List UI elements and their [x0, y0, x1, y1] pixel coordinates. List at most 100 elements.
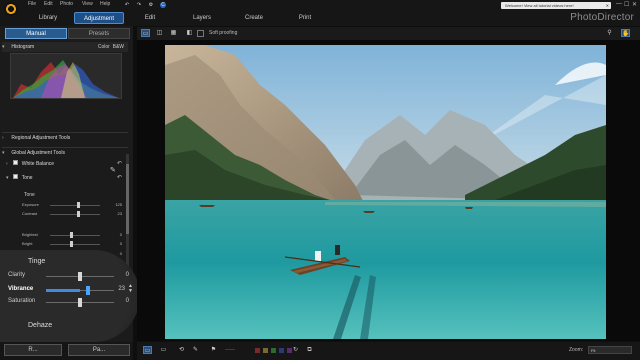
value-spinner-icon[interactable]: ▲ ▼ — [128, 284, 133, 294]
before-after-icon[interactable]: ◧ — [185, 29, 194, 37]
dehaze-heading: Dehaze — [28, 322, 53, 329]
rating-dots-icon[interactable]: ····· — [225, 346, 235, 354]
tutorial-notice[interactable]: Welcome! View all tutorial videos here! … — [501, 2, 611, 9]
tinge-heading: Tinge — [28, 258, 46, 265]
vibrance-slider[interactable]: Vibrance 23 ▲ ▼ — [8, 284, 133, 296]
color-label-yellow-icon[interactable] — [263, 348, 268, 353]
grid-view-icon[interactable]: ▦ — [169, 29, 178, 37]
close-icon[interactable]: ✕ — [606, 2, 609, 9]
refresh-icon[interactable]: ↻ — [291, 346, 300, 354]
slider-track[interactable] — [50, 205, 100, 206]
slider-thumb[interactable] — [70, 241, 73, 247]
undo-icon[interactable]: ↶ — [124, 2, 130, 8]
rotate-left-icon[interactable]: ⟲ — [177, 346, 186, 354]
histogram-header[interactable]: ▾ Histogram Color B&W — [2, 42, 128, 52]
maximize-button[interactable]: ☐ — [624, 1, 629, 8]
tab-create[interactable]: Create — [238, 12, 270, 24]
menu-edit[interactable]: Edit — [44, 1, 53, 7]
tab-presets[interactable]: Presets — [68, 28, 130, 39]
export-icon[interactable]: ⧉ — [305, 346, 314, 354]
slider-thumb[interactable] — [78, 272, 82, 281]
white-balance-label: White Balance — [21, 161, 55, 167]
saturation-slider[interactable]: Saturation 0 — [8, 296, 133, 308]
single-view-icon[interactable]: ▭ — [141, 29, 150, 37]
reset-icon[interactable]: ↶ — [117, 174, 122, 183]
regional-adjustment-header[interactable]: › Regional Adjustment Tools — [2, 132, 128, 142]
panel-bottom-bar: R... Pa... — [0, 342, 133, 360]
settings-icon[interactable]: ⚙ — [148, 2, 154, 8]
slider-thumb[interactable] — [77, 211, 80, 217]
tone-checkbox[interactable] — [13, 174, 19, 180]
chevron-down-icon: ▾ — [2, 150, 5, 156]
contrast-slider[interactable]: Contrast 23 — [22, 210, 122, 218]
slider-label: Brightest — [22, 232, 38, 237]
tab-library[interactable]: Library — [30, 12, 66, 24]
chevron-right-icon: › — [6, 161, 8, 167]
color-label-blue-icon[interactable] — [279, 348, 284, 353]
redo-icon[interactable]: ↷ — [136, 2, 142, 8]
panel-toggle-icon[interactable]: ▭ — [159, 346, 168, 354]
bright-slider[interactable]: Bright 0 — [22, 240, 122, 248]
panel-scrollbar[interactable] — [126, 154, 129, 274]
tab-manual[interactable]: Manual — [5, 28, 67, 39]
flag-icon[interactable]: ⚑ — [209, 346, 218, 354]
slider-value[interactable]: 23 — [118, 286, 125, 292]
slider-value[interactable]: 0 — [120, 231, 122, 239]
scrollbar-thumb[interactable] — [126, 164, 129, 234]
slider-thumb[interactable] — [78, 298, 82, 307]
upgrade-icon[interactable]: C — [160, 2, 166, 8]
menu-photo[interactable]: Photo — [60, 1, 73, 7]
edit-pen-icon[interactable]: ✎ — [191, 346, 200, 354]
slider-track[interactable] — [50, 235, 100, 236]
global-adjustment-header[interactable]: ▾ Global Adjustment Tools — [2, 147, 128, 157]
slider-value[interactable]: 125 — [115, 201, 122, 209]
menu-view[interactable]: View — [82, 1, 93, 7]
compare-view-icon[interactable]: ◫ — [155, 29, 164, 37]
slider-label: Saturation — [8, 298, 36, 304]
tab-edit[interactable]: Edit — [136, 12, 164, 24]
slider-track[interactable] — [50, 244, 100, 245]
histogram-bw-toggle[interactable]: B&W — [113, 44, 124, 50]
app-logo-icon — [4, 2, 18, 16]
reset-icon[interactable]: ↶ — [117, 160, 122, 169]
slider-value[interactable]: 0 — [120, 250, 122, 258]
tutorial-notice-text: Welcome! View all tutorial videos here! — [505, 3, 574, 8]
slider-value[interactable]: 0 — [126, 298, 129, 304]
hand-tool-icon[interactable]: ✋ — [621, 29, 630, 37]
eyedropper-icon[interactable]: ✎ — [110, 166, 116, 174]
white-balance-checkbox[interactable] — [13, 160, 19, 166]
histogram-title: Histogram — [11, 44, 35, 50]
reset-button[interactable]: R... — [4, 344, 62, 356]
viewer-bottom-bar: ▭ ▭ ⟲ ✎ ⚑ ····· ↻ ⧉ Zoom: Fit — [137, 342, 640, 360]
color-label-red-icon[interactable] — [255, 348, 260, 353]
slider-track[interactable] — [50, 214, 100, 215]
search-icon[interactable]: ⚲ — [605, 29, 614, 37]
minimize-button[interactable]: — — [616, 1, 622, 7]
white-balance-section[interactable]: › White Balance ↶ — [6, 160, 126, 169]
paste-button[interactable]: Pa... — [68, 344, 130, 356]
slider-value[interactable]: 23 — [118, 210, 122, 218]
slider-label: Exposure — [22, 202, 39, 207]
menu-help[interactable]: Help — [100, 1, 110, 7]
slider-label: Vibrance — [8, 286, 34, 292]
zoom-select[interactable]: Fit — [588, 346, 632, 354]
tone-label: Tone — [21, 175, 33, 181]
exposure-slider[interactable]: Exposure 125 — [22, 201, 122, 209]
tab-layers[interactable]: Layers — [186, 12, 218, 24]
soft-proofing-checkbox[interactable] — [197, 30, 204, 37]
slider-value[interactable]: 0 — [120, 240, 122, 248]
color-label-green-icon[interactable] — [271, 348, 276, 353]
slider-thumb[interactable] — [70, 232, 73, 238]
tab-print[interactable]: Print — [292, 12, 318, 24]
menu-file[interactable]: File — [28, 1, 36, 7]
brightest-slider[interactable]: Brightest 0 — [22, 231, 122, 239]
slider-thumb[interactable] — [86, 286, 90, 295]
close-window-button[interactable]: ✕ — [632, 1, 637, 8]
tone-section[interactable]: ▾ Tone ↶ — [6, 174, 126, 183]
fit-view-icon[interactable]: ▭ — [143, 346, 152, 354]
slider-value[interactable]: 0 — [126, 272, 129, 278]
clarity-slider[interactable]: Clarity 0 — [8, 270, 133, 282]
histogram-color-toggle[interactable]: Color — [98, 44, 110, 50]
tab-adjustment[interactable]: Adjustment — [74, 12, 124, 24]
slider-thumb[interactable] — [77, 202, 80, 208]
